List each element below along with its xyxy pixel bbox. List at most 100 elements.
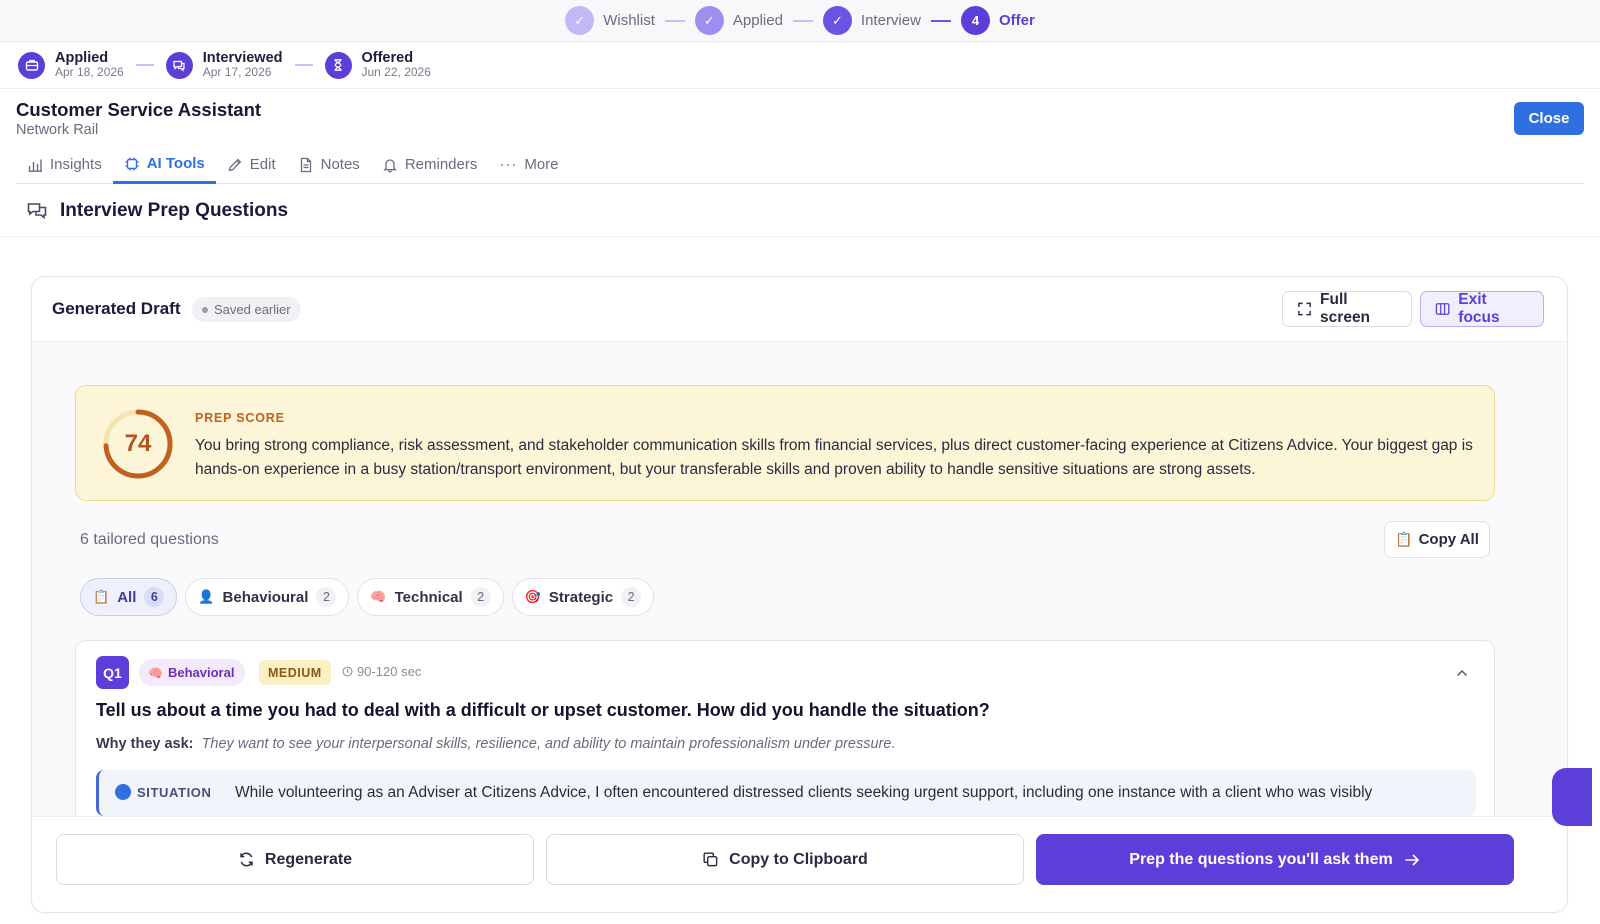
columns-icon <box>1435 303 1450 315</box>
tab-notes[interactable]: Notes <box>287 146 371 183</box>
step-label: Offer <box>998 12 1035 29</box>
category-filters: 📋 All 6 👤 Behavioural 2 🧠 Technical 2 🎯 … <box>80 578 655 616</box>
job-title: Customer Service Assistant <box>16 99 262 120</box>
button-label: Prep the questions you'll ask them <box>1129 850 1393 868</box>
regenerate-button[interactable]: Regenerate <box>56 834 534 885</box>
question-number-badge: Q1 <box>96 656 129 689</box>
step-offer[interactable]: 4 Offer <box>960 6 1035 35</box>
company-name: Network Rail <box>16 122 99 138</box>
chat-bubbles-icon <box>27 203 47 220</box>
draft-content[interactable]: 74 PREP SCORE You bring strong complianc… <box>32 343 1567 816</box>
why-label: Why they ask: <box>96 736 194 752</box>
copy-to-clipboard-button[interactable]: Copy to Clipboard <box>546 834 1024 885</box>
filter-count: 2 <box>621 587 642 607</box>
score-summary: You bring strong compliance, risk assess… <box>195 437 1473 478</box>
filter-label: Behavioural <box>222 588 309 606</box>
progress-stepper: ✓ Wishlist ✓ Applied ✓ Interview 4 Offer <box>0 0 1600 42</box>
history-connector <box>294 64 313 66</box>
question-text: Tell us about a time you had to deal wit… <box>96 700 990 720</box>
button-label: Copy All <box>1418 531 1479 548</box>
prep-questions-button[interactable]: Prep the questions you'll ask them <box>1036 834 1514 885</box>
step-label: Interview <box>860 12 921 29</box>
brain-icon: 🧠 <box>148 665 163 680</box>
question-card: Q1 🧠 Behavioral MEDIUM 90-120 sec Tell u… <box>75 640 1495 816</box>
tab-more[interactable]: ··· More <box>488 146 569 183</box>
button-label: Copy to Clipboard <box>729 850 868 868</box>
step-connector <box>930 19 951 22</box>
check-icon: ✓ <box>565 6 595 35</box>
draft-card: Generated Draft Saved earlier Full scree… <box>31 276 1568 913</box>
tab-edit[interactable]: Edit <box>216 146 287 183</box>
status-badge: Saved earlier <box>192 297 301 322</box>
draft-actions: Regenerate Copy to Clipboard Prep the qu… <box>32 816 1567 912</box>
history-label: Applied <box>55 49 109 66</box>
history-date: Jun 22, 2026 <box>361 65 431 80</box>
step-wishlist[interactable]: ✓ Wishlist <box>565 6 655 35</box>
difficulty-badge: MEDIUM <box>259 660 331 685</box>
history-label: Interviewed <box>202 49 283 66</box>
person-icon: 👤 <box>198 589 215 604</box>
expand-icon <box>1298 302 1311 316</box>
tab-label: More <box>524 156 559 173</box>
history-item-offered: Offered Jun 22, 2026 <box>324 50 431 80</box>
button-label: Exit focus <box>1458 291 1500 326</box>
tab-reminders[interactable]: Reminders <box>371 146 489 183</box>
close-button[interactable]: Close <box>1514 102 1584 135</box>
score-label: PREP SCORE <box>195 411 285 425</box>
button-label: Full screen <box>1320 291 1371 326</box>
step-applied[interactable]: ✓ Applied <box>694 6 783 35</box>
filter-behavioural[interactable]: 👤 Behavioural 2 <box>185 578 350 616</box>
tab-label: Edit <box>249 156 276 173</box>
question-type-tag: 🧠 Behavioral <box>139 659 246 686</box>
blue-circle-icon <box>115 784 131 800</box>
history-date: Apr 18, 2026 <box>55 65 124 80</box>
star-text: While volunteering as an Adviser at Citi… <box>235 784 1373 801</box>
history-item-interviewed: Interviewed Apr 17, 2026 <box>165 49 283 80</box>
filter-technical[interactable]: 🧠 Technical 2 <box>357 578 504 616</box>
why-they-ask: Why they ask: They want to see your inte… <box>96 736 895 752</box>
copy-icon <box>703 852 718 867</box>
history-date: Apr 17, 2026 <box>202 65 272 80</box>
filter-label: All <box>117 588 137 606</box>
star-label: SITUATION <box>115 784 212 800</box>
side-panel-handle[interactable] <box>1552 768 1592 826</box>
why-text: They want to see your interpersonal skil… <box>201 736 896 752</box>
divider <box>0 236 1600 237</box>
step-connector <box>664 19 685 22</box>
duration-label: 90-120 sec <box>342 664 421 679</box>
tab-label: Reminders <box>404 156 478 173</box>
prep-score-panel: 74 PREP SCORE You bring strong complianc… <box>75 385 1495 501</box>
bell-icon <box>383 158 397 172</box>
filter-label: Strategic <box>548 588 614 606</box>
filter-label: Technical <box>394 588 463 606</box>
step-number-badge: 4 <box>960 6 990 35</box>
document-icon <box>300 157 311 172</box>
target-icon: 🎯 <box>524 589 541 604</box>
chat-icon <box>165 51 193 79</box>
collapse-button[interactable] <box>1452 663 1472 683</box>
bar-chart-icon <box>28 159 42 172</box>
filter-count: 2 <box>316 587 337 607</box>
exit-focus-button[interactable]: Exit focus <box>1420 291 1544 327</box>
brain-icon: 🧠 <box>370 589 387 604</box>
section-header: Interview Prep Questions <box>26 200 288 222</box>
copy-all-button[interactable]: 📋 Copy All <box>1384 521 1490 558</box>
filter-strategic[interactable]: 🎯 Strategic 2 <box>511 578 655 616</box>
filter-all[interactable]: 📋 All 6 <box>80 578 178 616</box>
tab-insights[interactable]: Insights <box>16 146 113 183</box>
step-connector <box>792 19 813 22</box>
tab-bar: Insights AI Tools Edit Notes Reminders ·… <box>16 146 1584 184</box>
history-item-applied: Applied Apr 18, 2026 <box>18 50 124 80</box>
star-label-text: SITUATION <box>137 784 212 800</box>
clock-icon <box>342 666 353 677</box>
check-icon: ✓ <box>694 6 724 35</box>
status-dot-icon <box>202 306 208 313</box>
tab-ai-tools[interactable]: AI Tools <box>112 146 216 184</box>
list-icon: 📋 <box>93 589 110 604</box>
status-history: Applied Apr 18, 2026 Interviewed Apr 17,… <box>0 42 1600 89</box>
ellipsis-icon: ··· <box>499 156 518 173</box>
refresh-icon <box>240 852 253 867</box>
step-interview[interactable]: ✓ Interview <box>822 6 921 35</box>
full-screen-button[interactable]: Full screen <box>1282 291 1412 327</box>
tab-label: Insights <box>50 156 102 173</box>
